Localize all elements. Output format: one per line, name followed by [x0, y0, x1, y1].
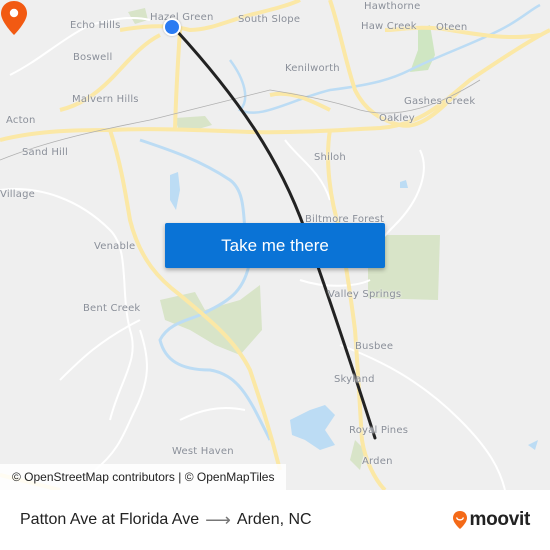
arrow-right-icon: ⟶ — [205, 509, 231, 530]
place-label: Echo Hills — [70, 20, 121, 31]
place-label: Busbee — [355, 341, 394, 352]
destination-name: Arden, NC — [236, 511, 312, 528]
place-label: Royal Pines — [349, 425, 409, 436]
park-area — [128, 8, 148, 24]
place-label: Village — [0, 189, 35, 200]
place-label: Haw Creek — [361, 21, 417, 32]
place-label: Hawthorne — [364, 1, 421, 12]
map-attribution[interactable]: © OpenStreetMap contributors | © OpenMap… — [0, 464, 287, 490]
place-label: Skyland — [334, 374, 375, 385]
place-label: Arden — [362, 456, 393, 467]
place-label: Kenilworth — [285, 63, 340, 74]
attribution-text[interactable]: © OpenStreetMap contributors | © OpenMap… — [12, 470, 274, 484]
place-label: West Haven — [172, 446, 234, 457]
route-summary: Patton Ave at Florida Ave ⟶ Arden, NC — [20, 490, 312, 550]
place-label: Shiloh — [314, 152, 346, 163]
take-me-there-button[interactable]: Take me there — [165, 223, 385, 268]
place-label: Acton — [6, 115, 36, 126]
place-label: Oakley — [379, 113, 415, 124]
place-label: Venable — [94, 241, 136, 252]
origin-marker[interactable] — [163, 18, 181, 36]
place-label: Boswell — [73, 52, 113, 63]
lake — [528, 440, 538, 450]
moovit-logo[interactable]: moovit — [452, 490, 530, 550]
place-label: Gashes Creek — [404, 96, 476, 107]
place-label: Valley Springs — [328, 289, 402, 300]
footer: Patton Ave at Florida Ave ⟶ Arden, NC mo… — [0, 490, 550, 550]
place-label: South Slope — [238, 14, 301, 25]
destination-pin-icon[interactable] — [0, 0, 28, 36]
river — [139, 138, 272, 441]
brand-name: moovit — [469, 509, 531, 530]
origin-name: Patton Ave at Florida Ave — [20, 511, 200, 528]
lake — [170, 172, 180, 210]
map[interactable]: Hazel Green South Slope Echo Hills Boswe… — [0, 0, 550, 490]
place-label: Sand Hill — [22, 147, 68, 158]
place-label: Bent Creek — [83, 303, 141, 314]
place-label: Hazel Green — [150, 12, 214, 23]
place-label: Malvern Hills — [72, 94, 139, 105]
lake — [400, 180, 408, 188]
lake — [290, 405, 335, 450]
place-label: Oteen — [436, 22, 468, 33]
moovit-pin-icon — [452, 511, 467, 529]
